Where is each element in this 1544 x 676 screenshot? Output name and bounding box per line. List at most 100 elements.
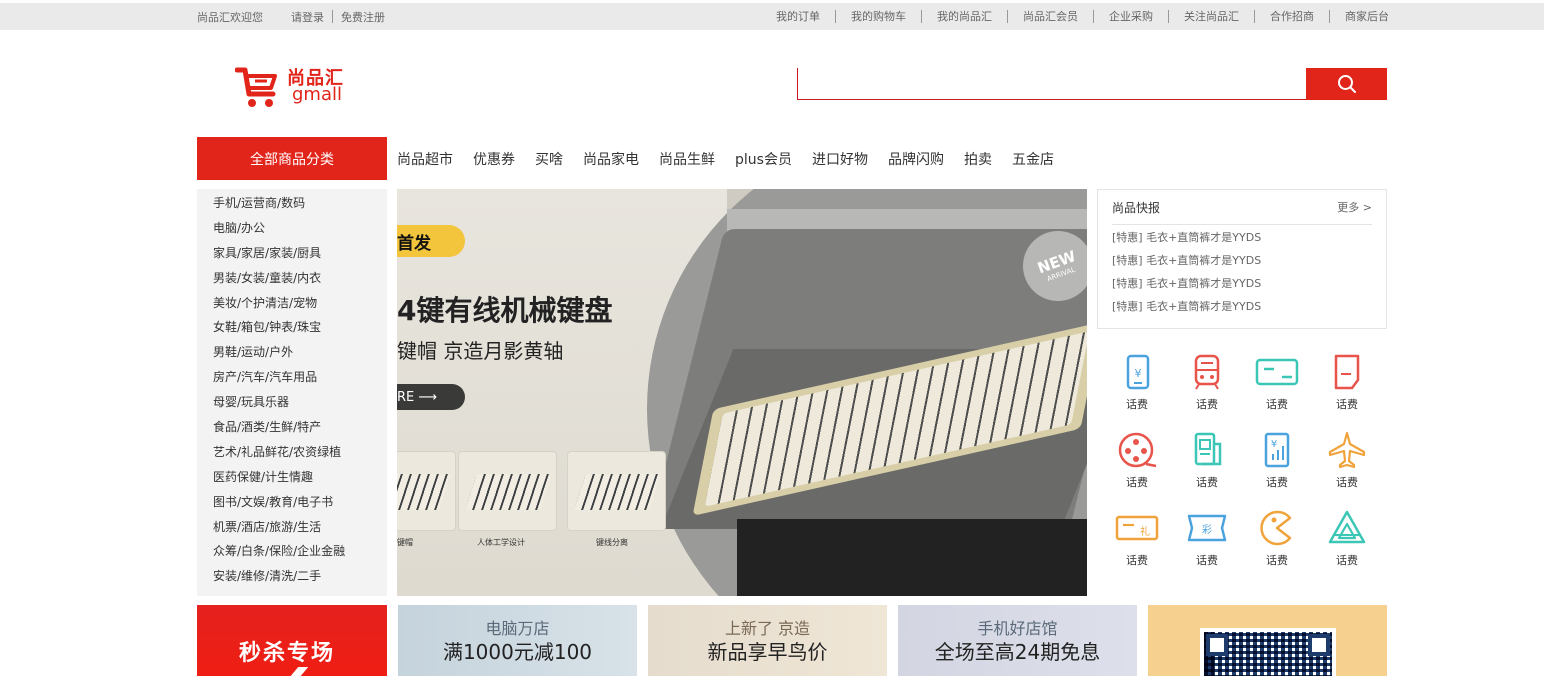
nav-item-imports[interactable]: 进口好物 [812,149,868,169]
search-button[interactable] [1306,68,1387,100]
gift-card-icon: 礼 [1115,515,1159,541]
game-icon [1260,510,1292,546]
top-bar: 尚品汇欢迎您 请登录 免费注册 我的订单 我的购物车 我的尚品汇 尚品汇会员 企… [0,3,1544,30]
login-link[interactable]: 请登录 [283,9,332,25]
promo-main: 全场至高24期免息 [934,640,1101,664]
service-note[interactable]: 话费 [1312,352,1382,428]
site-logo[interactable]: 尚品汇 gmall [235,62,365,112]
member-link[interactable]: 尚品汇会员 [1007,10,1093,23]
banner-headline: 4键有线机械键盘 [397,294,613,327]
category-item[interactable]: 房产/汽车/汽车用品 [197,365,387,390]
news-item[interactable]: [特惠] 毛衣+直筒裤才是YYDS [1112,254,1261,277]
nav-item-supermarket[interactable]: 尚品超市 [397,149,453,169]
category-item[interactable]: 男装/女装/童装/内衣 [197,266,387,291]
svg-text:礼: 礼 [1140,525,1150,538]
nav-item-plus[interactable]: plus会员 [735,149,792,169]
banner-more-button[interactable]: RE ⟶ [397,384,465,410]
svg-text:彩: 彩 [1202,524,1212,536]
news-list: [特惠] 毛衣+直筒裤才是YYDS [特惠] 毛衣+直筒裤才是YYDS [特惠]… [1112,231,1261,323]
category-item[interactable]: 母婴/玩具乐器 [197,390,387,415]
promo-main: 满1000元减100 [442,640,593,664]
main-nav: 尚品超市 优惠券 买啥 尚品家电 尚品生鲜 plus会员 进口好物 品牌闪购 拍… [397,137,1074,180]
finance-icon: ¥ [1264,432,1290,468]
category-item[interactable]: 男鞋/运动/户外 [197,340,387,365]
my-account-link[interactable]: 我的尚品汇 [921,10,1007,23]
news-item[interactable]: [特惠] 毛衣+直筒裤才是YYDS [1112,277,1261,300]
logo-text-en: gmall [292,84,342,105]
service-train[interactable]: 话费 [1172,352,1242,428]
service-game[interactable]: 话费 [1242,508,1312,584]
service-gift-card[interactable]: 礼 话费 [1102,508,1172,584]
news-item[interactable]: [特惠] 毛衣+直筒裤才是YYDS [1112,231,1261,254]
svg-text:¥: ¥ [1135,367,1142,380]
my-cart-link[interactable]: 我的购物车 [835,10,921,23]
recycle-icon [1328,510,1366,544]
service-lottery[interactable]: 彩 话费 [1172,508,1242,584]
banner-thumb-keycaps [397,451,456,531]
category-item[interactable]: 医药保健/计生情趣 [197,465,387,490]
category-item[interactable]: 艺术/礼品鲜花/农资绿植 [197,440,387,465]
all-categories-button[interactable]: 全部商品分类 [197,137,387,180]
lottery-icon: 彩 [1187,514,1227,542]
top-bar-links: 我的订单 我的购物车 我的尚品汇 尚品汇会员 企业采购 关注尚品汇 合作招商 商… [761,3,1389,30]
category-item[interactable]: 家具/家居/家装/厨具 [197,241,387,266]
ticket-icon [1194,432,1222,466]
service-label: 话费 [1266,398,1288,411]
follow-link[interactable]: 关注尚品汇 [1168,10,1254,23]
launch-badge: 首发 [397,225,465,257]
category-item[interactable]: 美妆/个护清洁/宠物 [197,291,387,316]
svg-text:¥: ¥ [1271,439,1277,450]
news-item[interactable]: [特惠] 毛衣+直筒裤才是YYDS [1112,300,1261,323]
enterprise-link[interactable]: 企业采购 [1093,10,1168,23]
news-header: 尚品快报 更多 > [1112,190,1372,225]
nav-item-appliances[interactable]: 尚品家电 [583,149,639,169]
search-input[interactable] [797,68,1307,100]
service-plane[interactable]: 话费 [1312,430,1382,506]
promo-phones[interactable]: 手机好店馆 全场至高24期免息 [898,605,1137,676]
service-label: 话费 [1126,476,1148,489]
nav-item-buy[interactable]: 买啥 [535,149,563,169]
my-orders-link[interactable]: 我的订单 [761,10,835,23]
nav-item-auction[interactable]: 拍卖 [964,149,992,169]
promo-stripe [279,667,309,676]
qr-code [1200,628,1336,676]
hero-banner[interactable]: NEW ARRIVAL 首发 4键有线机械键盘 键帽 京造月影黄轴 RE ⟶ 键… [397,189,1087,596]
promo-computer[interactable]: 电脑万店 满1000元减100 [398,605,637,676]
seller-link[interactable]: 商家后台 [1329,10,1389,23]
promo-new-arrivals[interactable]: 上新了 京造 新品享早鸟价 [648,605,887,676]
service-label: 话费 [1196,398,1218,411]
news-box: 尚品快报 更多 > [特惠] 毛衣+直筒裤才是YYDS [特惠] 毛衣+直筒裤才… [1097,189,1387,329]
news-more-link[interactable]: 更多 > [1337,199,1372,215]
category-item[interactable]: 图书/文娱/教育/电子书 [197,490,387,515]
nav-item-hardware[interactable]: 五金店 [1012,149,1054,169]
category-item[interactable]: 手机/运营商/数码 [197,191,387,216]
category-item[interactable]: 电脑/办公 [197,216,387,241]
category-item[interactable]: 女鞋/箱包/钟表/珠宝 [197,315,387,340]
service-phone-bill[interactable]: ¥ 话费 [1102,352,1172,428]
nav-item-flash[interactable]: 品牌闪购 [888,149,944,169]
service-recycle[interactable]: 话费 [1312,508,1382,584]
thumb-caption: 键帽 [397,538,413,547]
nav-item-fresh[interactable]: 尚品生鲜 [659,149,715,169]
promo-qr[interactable] [1148,605,1387,676]
thumb-caption: 人体工学设计 [477,538,525,547]
service-film[interactable]: 话费 [1102,430,1172,506]
service-label: 话费 [1266,554,1288,567]
service-ticket[interactable]: 话费 [1172,430,1242,506]
promo-title: 秒杀专场 [239,641,336,666]
category-item[interactable]: 众筹/白条/保险/企业金融 [197,539,387,564]
banner-thumb-detachable [567,451,666,531]
service-finance[interactable]: ¥ 话费 [1242,430,1312,506]
service-label: 话费 [1266,476,1288,489]
category-item[interactable]: 食品/酒类/生鲜/特产 [197,415,387,440]
category-item[interactable]: 机票/酒店/旅游/生活 [197,515,387,540]
partner-link[interactable]: 合作招商 [1254,10,1329,23]
service-label: 话费 [1336,398,1358,411]
register-link[interactable]: 免费注册 [333,9,393,25]
nav-item-coupons[interactable]: 优惠券 [473,149,515,169]
service-card[interactable]: 话费 [1242,352,1312,428]
promo-main: 新品享早鸟价 [707,640,828,664]
category-item[interactable]: 安装/维修/清洗/二手 [197,564,387,589]
promo-flash-sale[interactable]: 秒杀专场 [197,605,387,676]
service-label: 话费 [1126,398,1148,411]
